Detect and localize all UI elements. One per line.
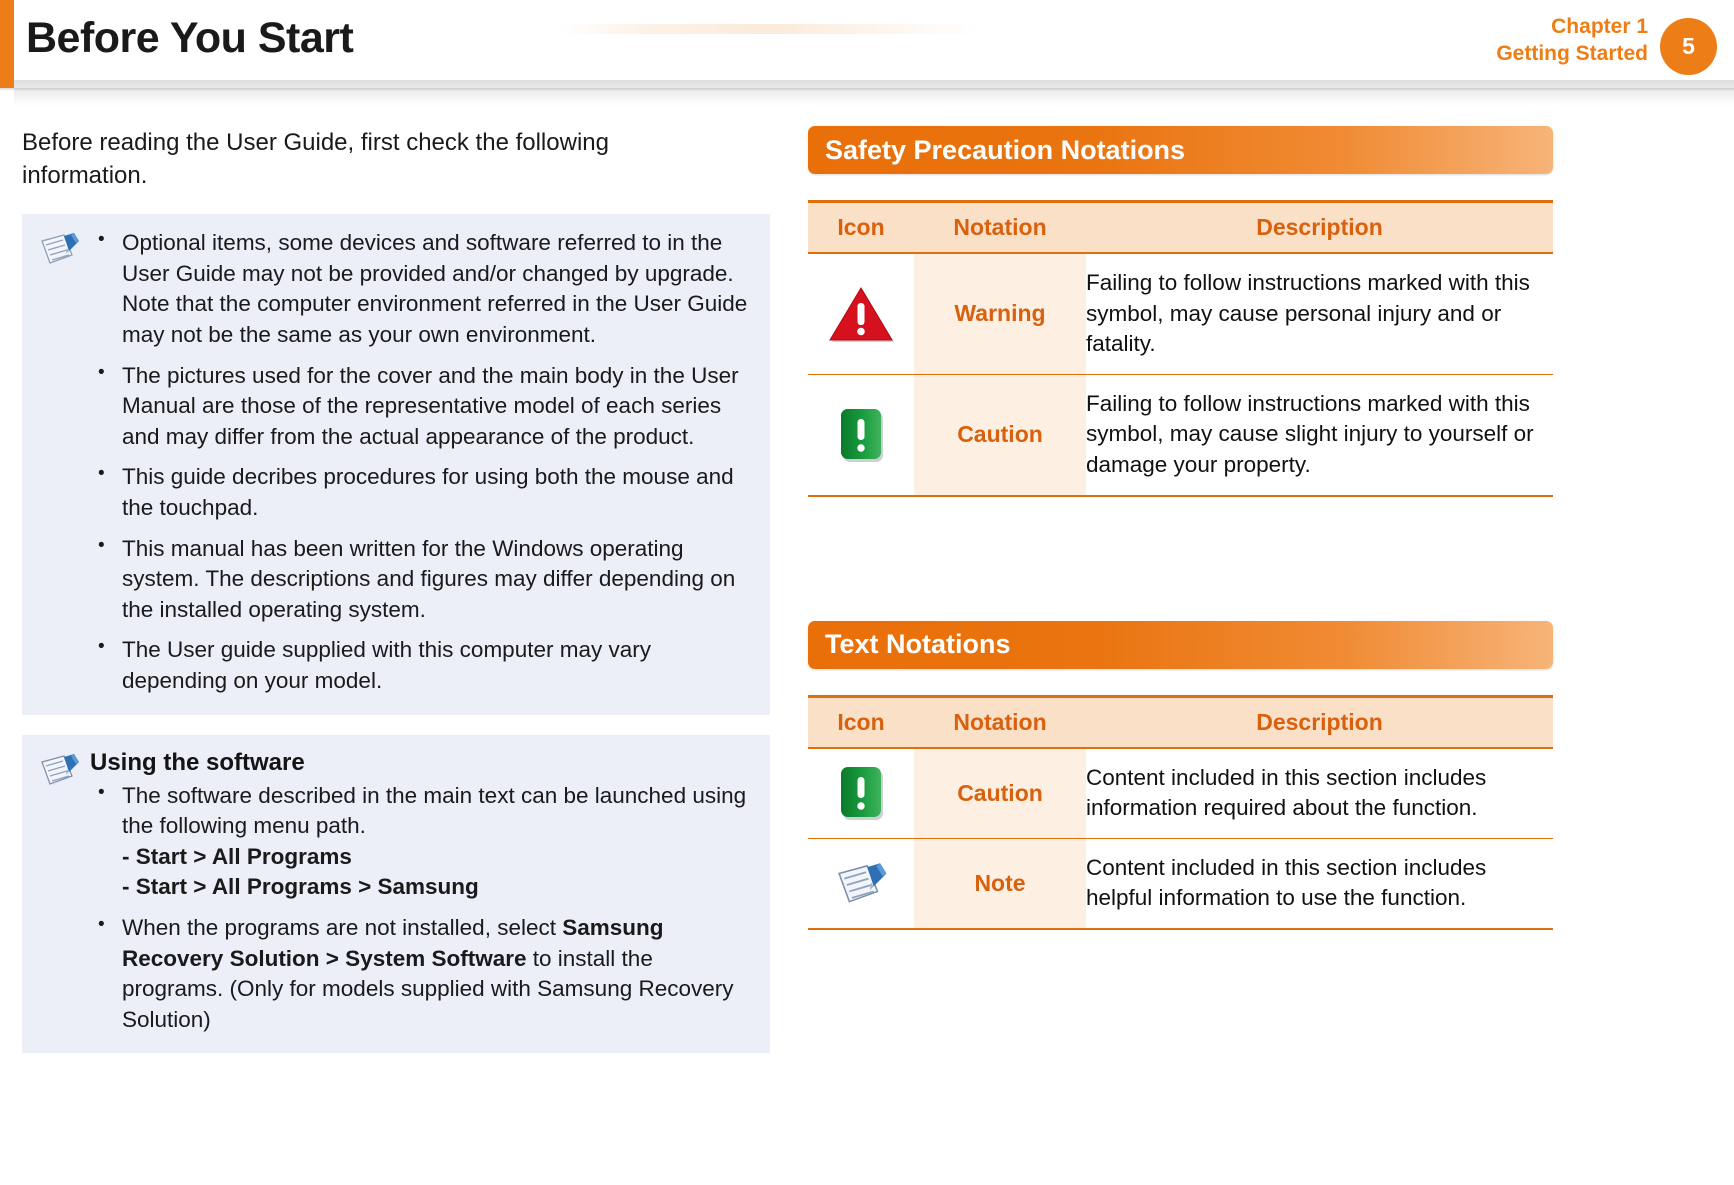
table-header-row: Icon Notation Description xyxy=(808,200,1553,254)
list-item: This manual has been written for the Win… xyxy=(90,533,754,626)
list-item: The pictures used for the cover and the … xyxy=(90,360,754,453)
cell-icon xyxy=(808,838,914,930)
header-decoration xyxy=(560,24,980,34)
safety-notations-table: Icon Notation Description Warning Failin… xyxy=(808,200,1553,497)
cell-icon xyxy=(808,747,914,839)
bullet-text: The pictures used for the cover and the … xyxy=(122,362,739,449)
section-header-safety-precaution-notations: Safety Precaution Notations xyxy=(808,126,1553,174)
section-header-text-notations: Text Notations xyxy=(808,620,1553,669)
left-column: Before reading the User Guide, first che… xyxy=(22,126,770,1073)
cell-notation: Note xyxy=(914,838,1086,930)
list-item: The User guide supplied with this comput… xyxy=(90,634,754,696)
table-row: Caution Content included in this section… xyxy=(808,747,1553,839)
column-header-notation: Notation xyxy=(914,694,1086,749)
cell-description: Content included in this section include… xyxy=(1086,747,1553,839)
table-row: Caution Failing to follow instructions m… xyxy=(808,374,1553,497)
section-title: Safety Precaution Notations xyxy=(825,134,1186,165)
cell-description: Failing to follow instructions marked wi… xyxy=(1086,253,1553,375)
page-title: Before You Start xyxy=(26,14,354,62)
text-notations-table: Icon Notation Description Caution Conten… xyxy=(808,694,1553,930)
column-header-description: Description xyxy=(1086,694,1553,749)
note-box-using-the-software: Using the software The software describe… xyxy=(22,734,770,1054)
bullet-text: This manual has been written for the Win… xyxy=(122,535,736,622)
section-title: Text Notations xyxy=(825,629,1011,660)
page-number-badge: 5 xyxy=(1660,18,1717,75)
bullet-text: The User guide supplied with this comput… xyxy=(122,637,651,693)
list-item: Optional items, some devices and softwar… xyxy=(90,227,754,350)
bullet-text-a: Optional items, some devices and softwar… xyxy=(122,230,734,286)
header-accent-bar xyxy=(0,0,14,88)
table-header-row: Icon Notation Description xyxy=(808,694,1553,749)
chapter-number: Chapter 1 xyxy=(1551,15,1648,38)
chapter-label: Chapter 1 Getting Started xyxy=(1496,14,1648,68)
bullet-text-pre: When the programs are not installed, sel… xyxy=(122,914,563,940)
menu-path-2: - Start > All Programs > Samsung xyxy=(122,874,479,900)
list-item: When the programs are not installed, sel… xyxy=(90,912,754,1035)
bullet-text: This guide decribes procedures for using… xyxy=(122,464,734,520)
column-header-notation: Notation xyxy=(914,200,1086,254)
note-box-heading: Using the software xyxy=(90,748,305,776)
intro-paragraph: Before reading the User Guide, first che… xyxy=(22,129,609,190)
document-page: Before You Start Chapter 1 Getting Start… xyxy=(0,0,1734,1185)
table-row: Warning Failing to follow instructions m… xyxy=(808,253,1553,375)
bullet-text: The software described in the main text … xyxy=(122,782,747,839)
cell-icon xyxy=(808,374,914,497)
cell-notation: Caution xyxy=(914,374,1086,497)
list-item: This guide decribes procedures for using… xyxy=(90,461,754,523)
bullet-text-b: Note that the computer environment refer… xyxy=(122,291,748,347)
warning-triangle-icon xyxy=(828,285,894,343)
column-header-description: Description xyxy=(1086,200,1553,254)
cell-notation: Warning xyxy=(914,253,1086,375)
right-column: Safety Precaution Notations Icon Notatio… xyxy=(808,126,1553,930)
note-bullet-list: Optional items, some devices and softwar… xyxy=(90,227,754,696)
column-header-icon: Icon xyxy=(808,694,914,749)
column-header-icon: Icon xyxy=(808,200,914,254)
menu-path-1: - Start > All Programs xyxy=(122,843,352,869)
cell-description: Content included in this section include… xyxy=(1086,838,1553,930)
list-item: The software described in the main text … xyxy=(90,780,754,903)
note-bullet-list: The software described in the main text … xyxy=(90,780,754,1036)
caution-square-icon xyxy=(833,764,889,822)
cell-description: Failing to follow instructions marked wi… xyxy=(1086,374,1553,497)
header-shadow xyxy=(14,80,1734,106)
note-icon xyxy=(38,749,90,793)
page-header: Before You Start Chapter 1 Getting Start… xyxy=(0,0,1734,106)
cell-icon xyxy=(808,253,914,375)
table-row: Note Content included in this section in… xyxy=(808,838,1553,930)
note-icon xyxy=(830,856,892,910)
note-box-general: Optional items, some devices and softwar… xyxy=(22,214,770,715)
header-shadow-line xyxy=(0,88,1734,91)
chapter-name: Getting Started xyxy=(1496,41,1648,65)
caution-square-icon xyxy=(833,406,889,464)
cell-notation: Caution xyxy=(914,747,1086,839)
note-icon xyxy=(38,228,90,272)
